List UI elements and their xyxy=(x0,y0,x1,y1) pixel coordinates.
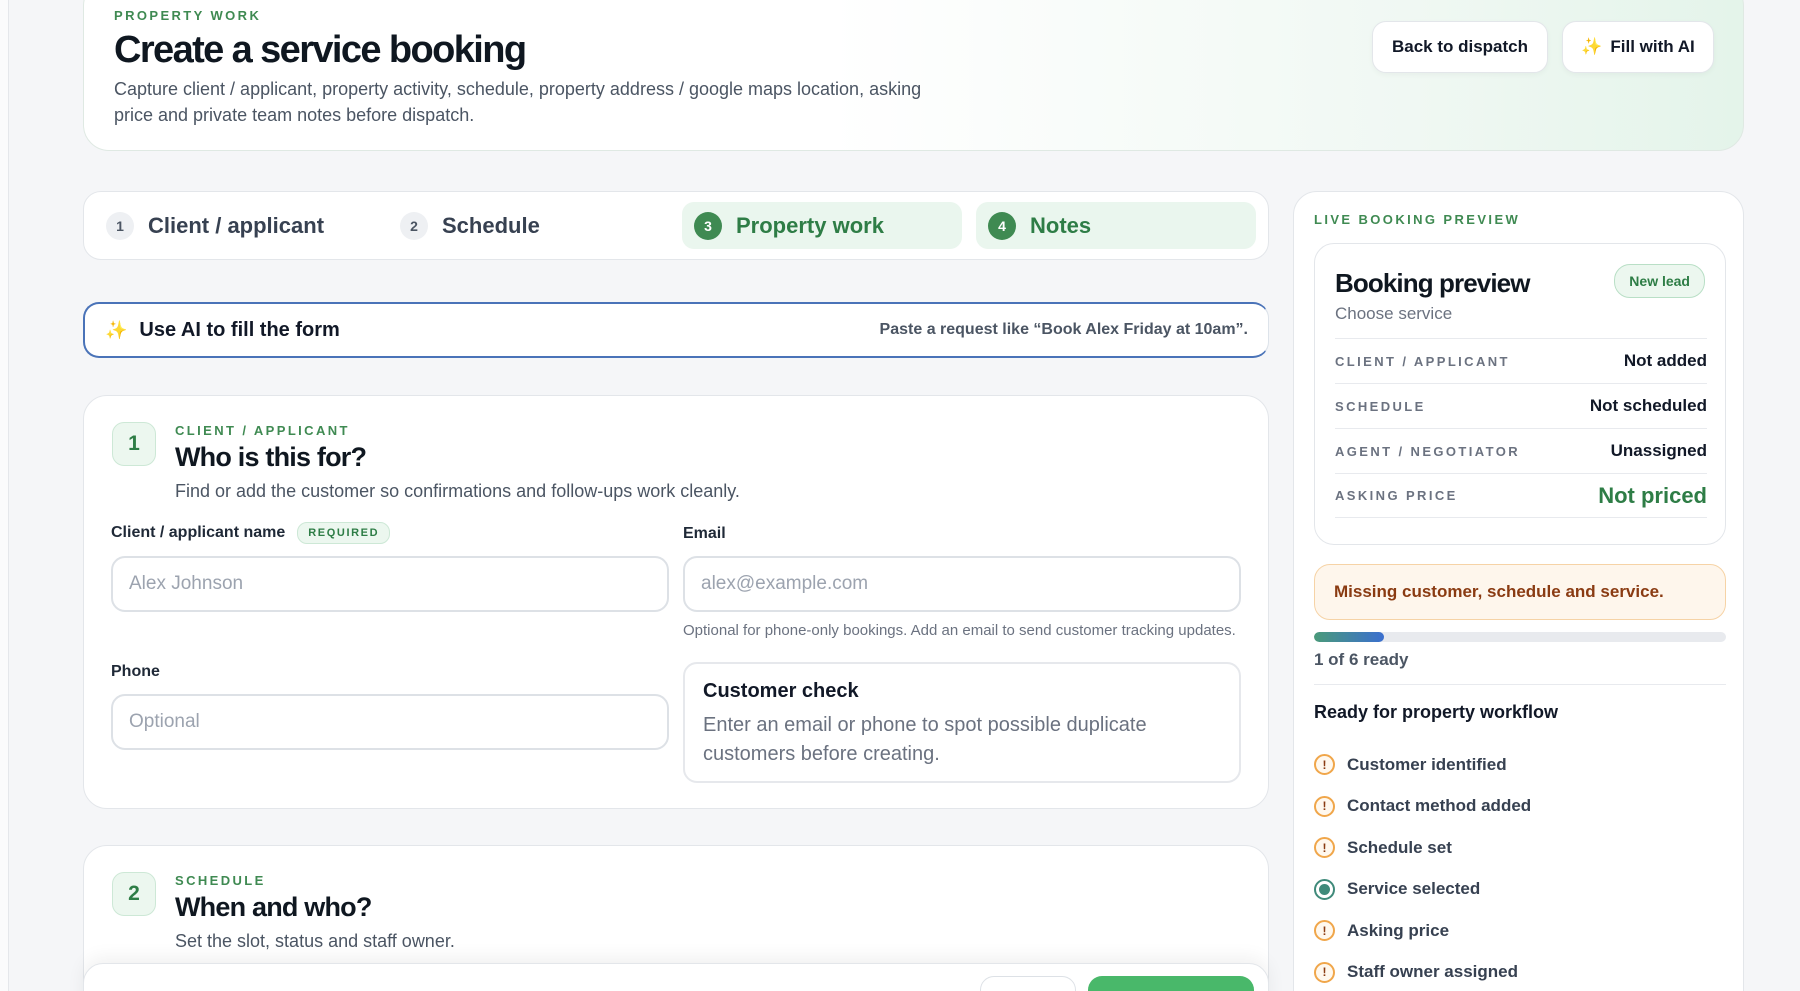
checklist-label: Staff owner assigned xyxy=(1347,962,1518,982)
email-input[interactable] xyxy=(683,556,1241,612)
tab-property-work[interactable]: 3 Property work xyxy=(682,202,962,249)
missing-info-alert: Missing customer, schedule and service. xyxy=(1314,564,1726,620)
name-field-label: Client / applicant name REQUIRED xyxy=(111,522,391,544)
warning-circle-icon: ! xyxy=(1314,961,1335,983)
fill-ai-label: Fill with AI xyxy=(1610,37,1695,56)
left-rail xyxy=(0,0,9,991)
checklist-item: ! Customer identified xyxy=(1314,744,1726,786)
email-help-text: Optional for phone-only bookings. Add an… xyxy=(683,622,1236,639)
preview-row-asking-price: ASKING PRICE Not priced xyxy=(1335,473,1707,518)
secondary-action-button[interactable] xyxy=(980,976,1076,991)
section-subtitle: Set the slot, status and staff owner. xyxy=(175,931,455,951)
readiness-progress-bar xyxy=(1314,632,1726,642)
preview-row-schedule: SCHEDULE Not scheduled xyxy=(1335,383,1707,428)
live-preview-panel: LIVE BOOKING PREVIEW Booking preview Cho… xyxy=(1293,191,1744,991)
required-badge: REQUIRED xyxy=(297,522,391,544)
readiness-count: 1 of 6 ready xyxy=(1314,650,1409,669)
check-circle-icon xyxy=(1314,878,1335,900)
step-label: Client / applicant xyxy=(148,212,325,238)
client-name-input[interactable] xyxy=(111,556,669,612)
preview-row-value: Not scheduled xyxy=(1589,396,1707,415)
warning-circle-icon: ! xyxy=(1314,754,1335,776)
primary-action-button[interactable] xyxy=(1088,976,1254,991)
preview-row-key: CLIENT / APPLICANT xyxy=(1335,353,1510,369)
preview-row-client: CLIENT / APPLICANT Not added xyxy=(1335,338,1707,383)
progress-fill xyxy=(1314,632,1385,642)
preview-row-key: AGENT / NEGOTIATOR xyxy=(1335,443,1521,459)
section-number-badge: 2 xyxy=(112,872,156,916)
header-eyebrow: PROPERTY WORK xyxy=(114,8,262,23)
section-title: Who is this for? xyxy=(175,442,367,472)
name-label-text: Client / applicant name xyxy=(111,524,286,541)
step-number: 1 xyxy=(106,211,134,240)
phone-field-label: Phone xyxy=(111,663,160,680)
step-label: Property work xyxy=(736,212,884,238)
client-section: 1 CLIENT / APPLICANT Who is this for? Fi… xyxy=(83,395,1269,809)
booking-preview-card: Booking preview Choose service New lead … xyxy=(1314,243,1726,545)
warning-circle-icon: ! xyxy=(1314,920,1335,942)
readiness-checklist: ! Customer identified! Contact method adde… xyxy=(1314,744,1726,991)
step-label: Notes xyxy=(1030,212,1092,238)
tab-client-applicant[interactable]: 1 Client / applicant xyxy=(94,202,374,249)
customer-check-title: Customer check xyxy=(703,680,859,702)
preview-subtitle: Choose service xyxy=(1335,304,1453,323)
step-number: 4 xyxy=(988,211,1016,240)
ai-bar-title: Use AI to fill the form xyxy=(139,318,340,341)
step-label: Schedule xyxy=(442,212,540,238)
checklist-label: Service selected xyxy=(1347,879,1481,899)
sparkle-icon: ✨ xyxy=(1581,37,1603,56)
preview-row-agent: AGENT / NEGOTIATOR Unassigned xyxy=(1335,428,1707,473)
warning-circle-icon: ! xyxy=(1314,837,1335,859)
checklist-item: ! Staff owner assigned xyxy=(1314,952,1726,991)
customer-check-description: Enter an email or phone to spot possible… xyxy=(703,714,1147,765)
preview-row-key: ASKING PRICE xyxy=(1335,488,1458,503)
preview-row-value: Not added xyxy=(1623,351,1707,370)
preview-row-value: Not priced xyxy=(1598,482,1707,508)
section-eyebrow: SCHEDULE xyxy=(175,873,266,888)
section-eyebrow: CLIENT / APPLICANT xyxy=(175,423,350,438)
step-tabs: 1 Client / applicant 2 Schedule 3 Proper… xyxy=(83,191,1269,260)
checklist-item: ! Schedule set xyxy=(1314,827,1726,869)
preview-title: Booking preview xyxy=(1335,268,1530,298)
ai-fill-bar[interactable]: ✨ Use AI to fill the form Paste a reques… xyxy=(83,302,1269,358)
checklist-label: Customer identified xyxy=(1347,754,1507,774)
warning-circle-icon: ! xyxy=(1314,795,1335,817)
divider xyxy=(1314,684,1726,685)
back-button-label: Back to dispatch xyxy=(1391,37,1529,56)
preview-row-key: SCHEDULE xyxy=(1335,398,1426,414)
preview-row-value: Unassigned xyxy=(1610,441,1707,460)
sparkle-icon: ✨ xyxy=(105,319,128,340)
step-number: 2 xyxy=(400,211,428,240)
section-number-badge: 1 xyxy=(112,422,156,466)
workflow-title: Ready for property workflow xyxy=(1314,702,1559,722)
section-title: When and who? xyxy=(175,892,372,922)
ai-bar-hint: Paste a request like “Book Alex Friday a… xyxy=(879,321,1248,338)
checklist-label: Asking price xyxy=(1347,920,1450,940)
page-header: PROPERTY WORK Create a service booking C… xyxy=(83,0,1744,151)
section-subtitle: Find or add the customer so confirmation… xyxy=(175,481,740,501)
email-field-label: Email xyxy=(683,525,726,542)
checklist-item: ! Contact method added xyxy=(1314,786,1726,828)
tab-notes[interactable]: 4 Notes xyxy=(976,202,1256,249)
page-description: Capture client / applicant, property act… xyxy=(114,79,922,125)
preview-eyebrow: LIVE BOOKING PREVIEW xyxy=(1314,212,1521,227)
step-number: 3 xyxy=(694,211,722,240)
checklist-label: Contact method added xyxy=(1347,796,1532,816)
back-to-dispatch-button[interactable]: Back to dispatch xyxy=(1372,21,1548,73)
checklist-item: ! Asking price xyxy=(1314,910,1726,952)
customer-check-panel: Customer check Enter an email or phone t… xyxy=(683,662,1241,783)
checklist-item: Service selected xyxy=(1314,869,1726,911)
phone-input[interactable] xyxy=(111,694,669,750)
fill-with-ai-button[interactable]: ✨ Fill with AI xyxy=(1562,21,1714,73)
tab-schedule[interactable]: 2 Schedule xyxy=(388,202,668,249)
status-badge: New lead xyxy=(1614,264,1705,298)
page-title: Create a service booking xyxy=(114,29,527,71)
checklist-label: Schedule set xyxy=(1347,837,1452,857)
form-action-bar xyxy=(83,963,1269,991)
